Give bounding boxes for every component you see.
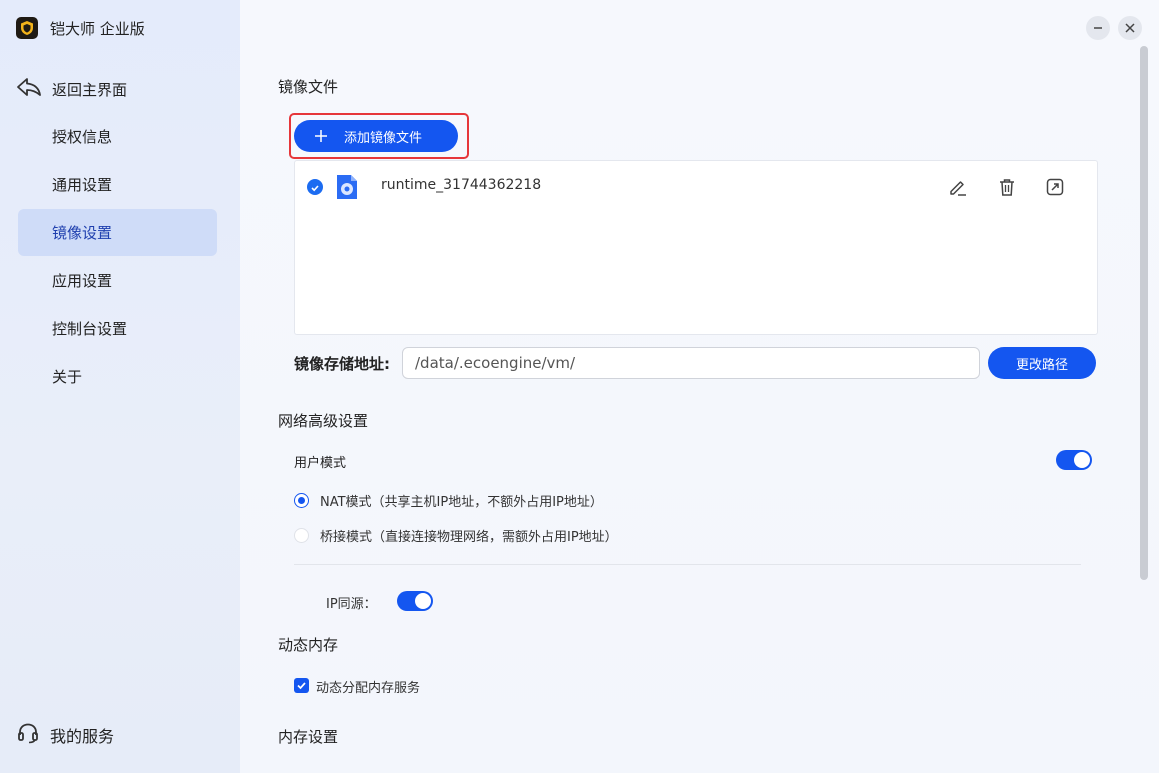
headset-icon <box>16 721 40 749</box>
storage-label-text: 镜像存储地址 <box>294 355 385 373</box>
storage-path-label: 镜像存储地址: <box>294 353 390 374</box>
storage-path-input[interactable] <box>402 347 980 379</box>
sidebar-item-label: 应用设置 <box>52 272 113 290</box>
dynamic-memory-checkbox[interactable] <box>294 678 309 693</box>
sidebar-item-label: 授权信息 <box>52 128 113 146</box>
my-service-link[interactable]: 我的服务 <box>16 722 114 748</box>
app-header: 铠大师 企业版 <box>16 16 145 40</box>
shield-logo-icon <box>16 17 38 39</box>
add-image-file-label: 添加镜像文件 <box>344 130 423 146</box>
file-name: runtime_31744362218 <box>381 177 542 193</box>
app-title: 铠大师 企业版 <box>50 19 145 38</box>
sidebar-item-license[interactable]: 授权信息 <box>18 113 217 160</box>
image-file-row[interactable]: runtime_31744362218 <box>295 171 1097 203</box>
storage-label-colon: : <box>384 355 391 373</box>
my-service-label: 我的服务 <box>50 727 115 746</box>
ip-same-source-label: IP同源： <box>326 597 377 612</box>
check-icon <box>296 676 307 695</box>
sidebar-item-app-settings[interactable]: 应用设置 <box>18 257 217 304</box>
sidebar-item-console-settings[interactable]: 控制台设置 <box>18 305 217 352</box>
back-link-label: 返回主界面 <box>52 80 128 99</box>
bridge-mode-label: 桥接模式（直接连接物理网络，需额外占用IP地址） <box>320 530 618 545</box>
minimize-button[interactable] <box>1086 16 1110 40</box>
toggle-knob <box>1074 452 1090 468</box>
dynamic-memory-title: 动态内存 <box>278 636 339 654</box>
back-arrow-icon <box>16 76 42 102</box>
plus-icon <box>314 129 328 143</box>
sidebar: 铠大师 企业版 返回主界面 授权信息 通用设置 镜像设置 应用设置 控制台设置 … <box>0 0 240 773</box>
settings-nav: 授权信息 通用设置 镜像设置 应用设置 控制台设置 关于 <box>18 113 217 401</box>
sidebar-item-label: 通用设置 <box>52 176 113 194</box>
sidebar-item-image-settings[interactable]: 镜像设置 <box>18 209 217 256</box>
vertical-scrollbar[interactable] <box>1140 46 1148 580</box>
sidebar-item-about[interactable]: 关于 <box>18 353 217 400</box>
add-image-highlight: 添加镜像文件 <box>289 113 469 159</box>
settings-content: 镜像文件 添加镜像文件 runtime_31744362218 镜像存储地址: … <box>240 0 1159 773</box>
export-icon[interactable] <box>1043 175 1067 199</box>
sidebar-item-general[interactable]: 通用设置 <box>18 161 217 208</box>
close-button[interactable] <box>1118 16 1142 40</box>
network-advanced-title: 网络高级设置 <box>278 412 369 430</box>
sidebar-item-label: 关于 <box>52 368 83 386</box>
sidebar-item-label: 控制台设置 <box>52 320 128 338</box>
memory-settings-title: 内存设置 <box>278 728 339 746</box>
close-icon <box>1124 19 1136 38</box>
edit-icon[interactable] <box>946 175 970 199</box>
nat-mode-radio[interactable] <box>294 493 309 508</box>
sidebar-item-label: 镜像设置 <box>52 224 113 242</box>
minimize-icon <box>1092 19 1104 38</box>
image-file-list: runtime_31744362218 <box>294 160 1098 335</box>
toggle-knob <box>415 593 431 609</box>
user-mode-toggle[interactable] <box>1056 450 1092 470</box>
trash-icon[interactable] <box>995 175 1019 199</box>
ip-same-source-toggle[interactable] <box>397 591 433 611</box>
image-files-title: 镜像文件 <box>278 78 339 96</box>
add-image-file-button[interactable]: 添加镜像文件 <box>294 120 458 152</box>
user-mode-label: 用户模式 <box>294 456 347 471</box>
dynamic-memory-label: 动态分配内存服务 <box>316 681 421 696</box>
change-path-button[interactable]: 更改路径 <box>988 347 1096 379</box>
divider <box>294 564 1081 565</box>
file-select-checkbox[interactable] <box>307 179 323 195</box>
disc-file-icon <box>335 173 359 205</box>
check-icon <box>310 178 320 197</box>
bridge-mode-radio[interactable] <box>294 528 309 543</box>
back-to-main-link[interactable]: 返回主界面 <box>16 76 127 102</box>
nat-mode-label: NAT模式（共享主机IP地址，不额外占用IP地址） <box>320 495 603 510</box>
